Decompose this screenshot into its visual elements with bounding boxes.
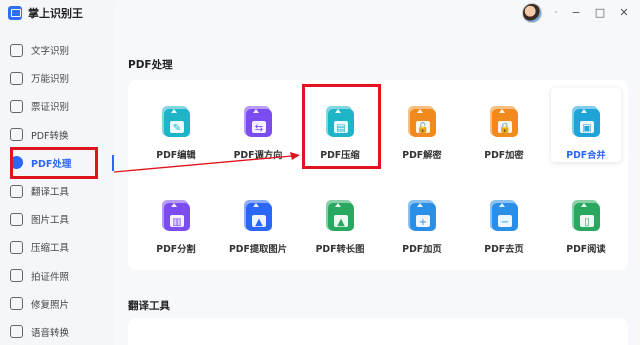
svg-text:▲: ▲ <box>337 217 345 228</box>
pdf-tool-icon: − <box>487 198 521 232</box>
sidebar-item-label: 压缩工具 <box>31 243 70 255</box>
translate-icon <box>10 184 23 198</box>
svg-text:▥: ▥ <box>172 217 181 228</box>
image-icon <box>10 212 23 226</box>
app-title: 掌上识别王 <box>28 7 83 20</box>
pdf-tool-icon: ▥ <box>159 198 193 232</box>
svg-text:▯: ▯ <box>584 217 590 228</box>
tool-item[interactable]: − PDF去页 <box>469 182 539 256</box>
id-photo-icon <box>10 269 23 283</box>
svg-text:▲: ▲ <box>255 217 263 228</box>
pdf-tool-icon: + <box>405 198 439 232</box>
tool-label: PDF转长图 <box>315 244 365 255</box>
sidebar-item[interactable]: 翻译工具 <box>0 177 114 205</box>
sidebar-item[interactable]: 万能识别 <box>0 64 114 92</box>
sidebar-item[interactable]: 修复照片 <box>0 290 114 318</box>
sidebar-item-label: 图片工具 <box>31 215 70 227</box>
tool-item[interactable]: ▲ PDF提取图片 <box>223 182 293 256</box>
sidebar-item-label: 万能识别 <box>31 74 70 86</box>
pdf-tool-icon: ⇆ <box>241 104 275 138</box>
window-controls: · − □ ✕ <box>522 3 630 23</box>
pdf-tool-icon: 🔒 <box>487 104 521 138</box>
section-title-pdf: PDF处理 <box>128 59 173 71</box>
section-title-translate: 翻译工具 <box>128 300 170 312</box>
voice-icon <box>10 325 23 339</box>
maximize-icon[interactable]: □ <box>594 4 606 22</box>
tool-label: PDF阅读 <box>566 244 606 255</box>
tool-item[interactable]: 🔒 PDF加密 <box>469 88 539 162</box>
user-avatar[interactable] <box>522 3 542 23</box>
sidebar-item-label: 语音转换 <box>31 327 70 339</box>
tool-label: PDF提取图片 <box>228 244 288 255</box>
pdf-tool-icon: ✎ <box>159 104 193 138</box>
sidebar-item[interactable]: 压缩工具 <box>0 233 114 261</box>
tool-label: PDF解密 <box>402 150 442 161</box>
svg-text:−: − <box>501 217 509 228</box>
translate-tools-card <box>128 318 628 345</box>
tool-item[interactable]: ▲ PDF转长图 <box>305 182 375 256</box>
svg-text:+: + <box>419 217 427 228</box>
sidebar-item-label: 文字识别 <box>31 46 70 58</box>
tool-item[interactable]: + PDF加页 <box>387 182 457 256</box>
sidebar-item-label: PDF转换 <box>31 130 69 142</box>
sidebar-item[interactable]: 票证识别 <box>0 92 114 120</box>
tool-item[interactable]: 🔓 PDF解密 <box>387 88 457 162</box>
svg-text:▣: ▣ <box>582 123 591 134</box>
tool-item[interactable]: ▥ PDF分割 <box>141 182 211 256</box>
universal-scan-icon <box>10 71 23 85</box>
svg-text:✎: ✎ <box>173 123 181 134</box>
pdf-tool-icon: ▯ <box>569 198 603 232</box>
sidebar-item[interactable]: 拍证件照 <box>0 262 114 290</box>
sidebar-item[interactable]: 文字识别 <box>0 36 114 64</box>
highlight-box-pdf-compress <box>302 84 381 169</box>
pdf-tool-icon: ▲ <box>241 198 275 232</box>
tool-label: PDF分割 <box>156 244 196 255</box>
tool-label: PDF去页 <box>484 244 524 255</box>
pdf-convert-icon <box>10 128 23 142</box>
annotation-arrow <box>113 152 300 173</box>
sidebar-nav: 文字识别 万能识别 票证识别 PDF转换 PDF处理 翻译工具 图片工具 压缩工具 拍证件照 修复… <box>0 36 114 345</box>
sidebar-item[interactable]: 语音转换 <box>0 318 114 345</box>
tool-label: PDF合并 <box>566 150 606 161</box>
svg-text:⇆: ⇆ <box>255 123 263 134</box>
pdf-tool-icon: 🔓 <box>405 104 439 138</box>
tool-label: PDF加密 <box>484 150 524 161</box>
minimize-icon[interactable]: − <box>570 4 582 22</box>
sidebar-item-label: 翻译工具 <box>31 187 70 199</box>
highlight-box-sidebar <box>10 147 98 179</box>
ticket-icon <box>10 99 23 113</box>
svg-text:🔒: 🔒 <box>499 122 511 134</box>
pdf-tool-icon: ▲ <box>323 198 357 232</box>
tool-item[interactable]: ▣ PDF合并 <box>551 88 621 162</box>
close-icon[interactable]: ✕ <box>618 4 630 22</box>
tool-label: PDF加页 <box>402 244 442 255</box>
svg-text:🔓: 🔓 <box>417 121 429 134</box>
text-scan-icon <box>10 43 23 57</box>
sidebar-item-label: 票证识别 <box>31 102 70 114</box>
pdf-tool-icon: ▣ <box>569 104 603 138</box>
compress-icon <box>10 240 23 254</box>
repair-photo-icon <box>10 297 23 311</box>
sidebar-item[interactable]: PDF转换 <box>0 121 114 149</box>
app-logo-icon <box>8 6 22 20</box>
menu-dot-icon[interactable]: · <box>554 4 558 22</box>
sidebar-item-label: 拍证件照 <box>31 271 70 283</box>
sidebar-item[interactable]: 图片工具 <box>0 205 114 233</box>
sidebar-item-label: 修复照片 <box>31 299 70 311</box>
tool-item[interactable]: ▯ PDF阅读 <box>551 182 621 256</box>
app-header: 掌上识别王 <box>8 4 83 22</box>
